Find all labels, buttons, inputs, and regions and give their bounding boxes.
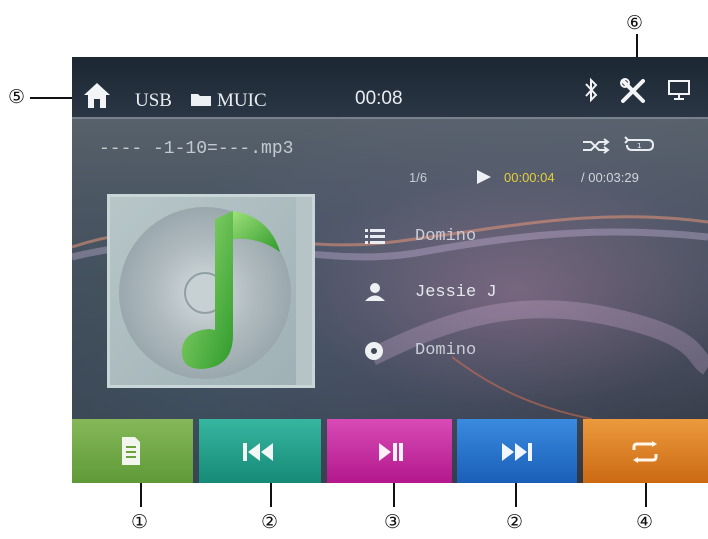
artist-icon [364, 282, 386, 307]
callout-1-line [140, 483, 142, 507]
repeat-mode-icon[interactable]: 1 [622, 135, 656, 160]
track-index: 1/6 [409, 170, 428, 185]
play-pause-button[interactable] [327, 419, 452, 483]
callout-2a-line [270, 483, 272, 507]
clock: 00:08 [355, 88, 403, 109]
display-icon[interactable] [667, 79, 691, 106]
svg-text:1: 1 [637, 142, 641, 150]
filename: ---- -1-10=---.mp3 [99, 139, 294, 159]
album-icon [364, 341, 384, 366]
player-screen: USB MUIC 00:08 ---- -1-10=---.mp3 1 1/6 … [72, 57, 708, 483]
file-list-button[interactable] [72, 419, 193, 483]
control-bar [72, 419, 708, 483]
callout-4-line [645, 483, 647, 507]
play-pause-icon [378, 442, 404, 467]
file-list-icon [120, 435, 142, 472]
status-bar-divider [72, 117, 708, 119]
callout-1: ① [131, 511, 149, 533]
callout-5: ⑤ [8, 86, 26, 108]
callout-2b-line [515, 483, 517, 507]
callout-3: ③ [384, 511, 402, 533]
callout-5-line [30, 97, 76, 99]
music-note-icon [119, 197, 312, 385]
repeat-button[interactable] [583, 419, 708, 483]
bluetooth-icon[interactable] [583, 77, 599, 108]
previous-button[interactable] [199, 419, 321, 483]
source-label[interactable]: USB [135, 91, 172, 110]
list-icon [365, 228, 385, 249]
repeat-icon [630, 441, 660, 468]
song-title: Domino [415, 227, 477, 246]
home-icon[interactable] [82, 81, 112, 114]
callout-6: ⑥ [626, 12, 644, 34]
folder-icon [190, 91, 212, 112]
shuffle-icon[interactable] [581, 137, 611, 160]
status-bar: USB MUIC 00:08 [72, 57, 708, 119]
total-time: / 00:03:29 [581, 170, 639, 185]
elapsed-time: 00:00:04 [504, 170, 555, 185]
callout-2a: ② [261, 511, 279, 533]
previous-icon [242, 442, 274, 467]
album-art [107, 194, 315, 388]
next-button[interactable] [457, 419, 577, 483]
artist-name: Jessie J [415, 283, 497, 302]
next-icon [501, 442, 533, 467]
callout-4: ④ [636, 511, 654, 533]
settings-icon[interactable] [619, 77, 647, 108]
play-state-icon [475, 168, 493, 191]
folder-label: MUIC [217, 90, 267, 111]
album-name: Domino [415, 341, 477, 360]
callout-3-line [393, 483, 395, 507]
callout-2b: ② [506, 511, 524, 533]
